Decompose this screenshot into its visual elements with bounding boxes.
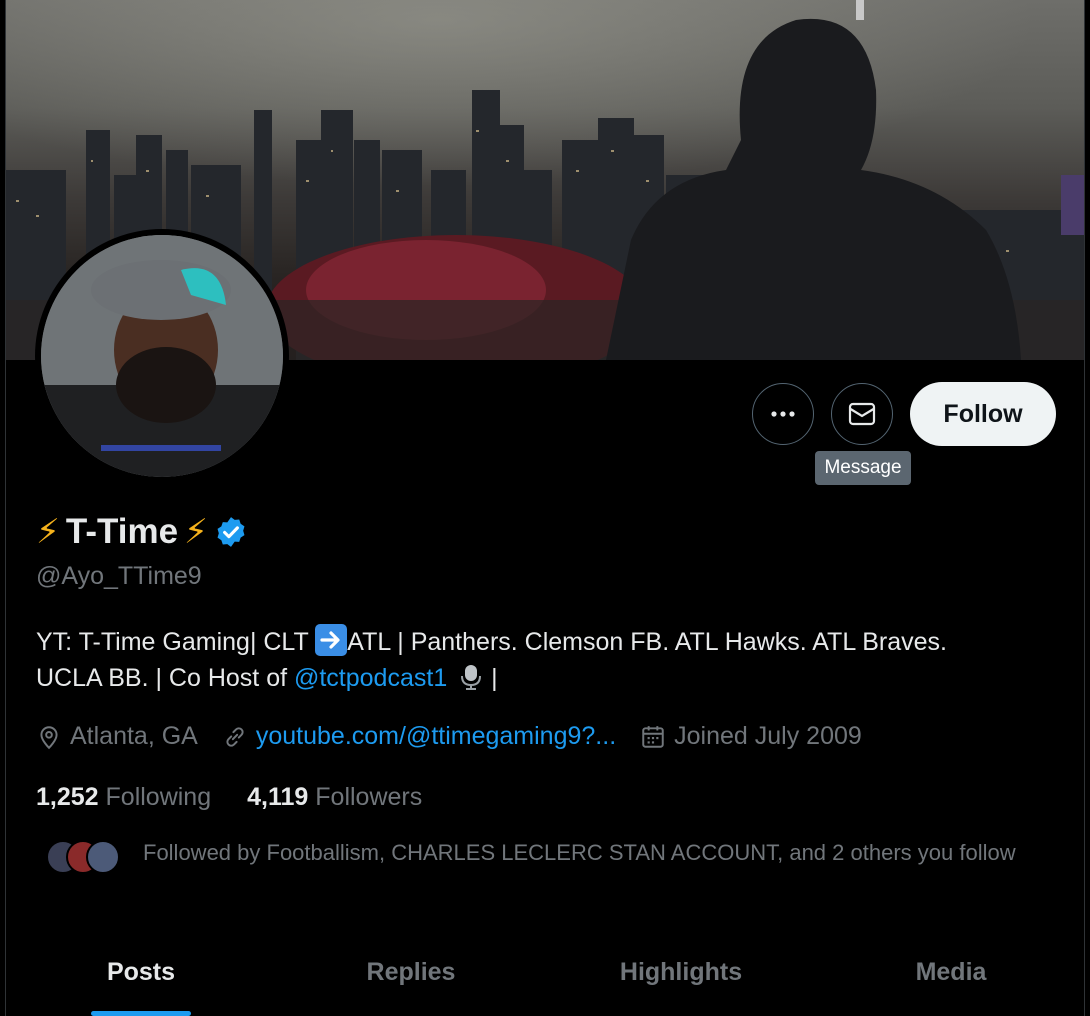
location-text: Atlanta, GA xyxy=(70,722,198,750)
tab-replies[interactable]: Replies xyxy=(276,940,546,1016)
tab-label: Posts xyxy=(106,958,176,986)
verified-badge-icon[interactable] xyxy=(214,515,248,549)
website-link[interactable]: youtube.com/@ttimegaming9?... xyxy=(256,722,616,751)
following-label: Following xyxy=(105,783,212,811)
follow-counts: 1,252 Following 4,119 Followers xyxy=(36,783,458,812)
avatar xyxy=(86,840,120,874)
tab-label: Highlights xyxy=(619,958,743,986)
followed-by-text[interactable]: Followed by Footballism, CHARLES LECLERC… xyxy=(143,838,1043,867)
profile-tabs: Posts Replies Highlights Media xyxy=(6,940,1084,1016)
tab-label: Replies xyxy=(366,958,456,986)
profile-bio: YT: T-Time Gaming| CLT ATL | Panthers. C… xyxy=(36,624,1066,696)
followers-count: 4,119 xyxy=(247,783,309,811)
profile-handle: @Ayo_TTime9 xyxy=(36,562,202,590)
followers-link[interactable]: 4,119 Followers xyxy=(247,783,422,812)
profile-page: Follow Message ⚡ T-Time ⚡ @Ayo_TTime9 YT… xyxy=(5,0,1085,1016)
message-button[interactable] xyxy=(831,383,893,445)
following-link[interactable]: 1,252 Following xyxy=(36,783,211,812)
joined-text: Joined July 2009 xyxy=(674,722,862,750)
website-item[interactable]: youtube.com/@ttimegaming9?... xyxy=(222,722,616,751)
mention-link[interactable]: @tctpodcast1 xyxy=(294,664,447,692)
tab-label: Media xyxy=(915,958,987,986)
location-pin-icon xyxy=(40,725,58,749)
tab-posts[interactable]: Posts xyxy=(6,940,276,1016)
link-icon xyxy=(226,726,244,747)
envelope-icon xyxy=(848,402,876,426)
active-tab-indicator xyxy=(91,1011,191,1016)
tab-highlights[interactable]: Highlights xyxy=(546,940,816,1016)
profile-meta: Atlanta, GA youtube.com/@ttimegaming9?..… xyxy=(36,722,886,751)
bio-text: | xyxy=(484,664,498,692)
message-tooltip: Message xyxy=(815,451,911,485)
bio-text: UCLA BB. | Co Host of xyxy=(36,664,294,692)
followed-by-avatars[interactable] xyxy=(46,840,120,874)
right-arrow-icon xyxy=(315,624,348,656)
following-count: 1,252 xyxy=(36,783,99,811)
bio-text: YT: T-Time Gaming| CLT xyxy=(36,628,316,656)
tab-media[interactable]: Media xyxy=(816,940,1084,1016)
more-horizontal-icon xyxy=(771,411,795,417)
calendar-icon xyxy=(642,725,664,748)
bio-text: ATL | Panthers. Clemson FB. ATL Hawks. A… xyxy=(347,628,948,656)
followers-label: Followers xyxy=(315,783,423,811)
location-item: Atlanta, GA xyxy=(36,722,198,751)
profile-avatar[interactable] xyxy=(35,229,289,483)
microphone-icon xyxy=(461,665,482,690)
lightning-icon: ⚡ xyxy=(184,513,208,551)
lightning-icon: ⚡ xyxy=(36,513,60,551)
joined-item: Joined July 2009 xyxy=(640,722,862,751)
avatar-portrait xyxy=(41,235,283,477)
more-options-button[interactable] xyxy=(752,383,814,445)
follow-button[interactable]: Follow xyxy=(910,382,1056,446)
avatar-photo xyxy=(41,235,283,477)
display-name: T-Time xyxy=(65,512,179,551)
display-name-row: ⚡ T-Time ⚡ xyxy=(36,512,248,552)
